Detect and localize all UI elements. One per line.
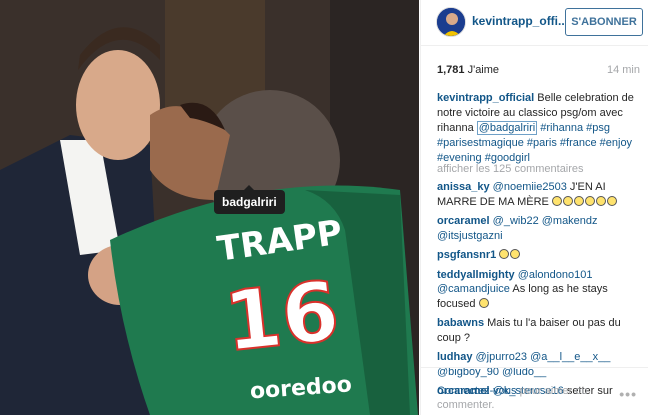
login-link[interactable]: Connectez-vous <box>437 385 517 397</box>
ellipsis-icon[interactable]: ••• <box>619 386 637 402</box>
comment-username[interactable]: teddyallmighty <box>437 269 515 281</box>
laughing-emoji-icon <box>584 195 595 206</box>
post-header: kevintrapp_offi... S'ABONNER <box>421 0 648 46</box>
comment-item: teddyallmighty @alondono101 @camandjuice… <box>437 268 643 312</box>
laughing-emoji-icon <box>562 195 573 206</box>
svg-text:16: 16 <box>220 264 343 370</box>
heart-eyes-emoji-icon <box>510 249 521 259</box>
laughing-emoji-icon <box>573 195 584 206</box>
comment-item: orcaramel @_wib22 @makendz @itsjustgazni <box>437 214 643 243</box>
comment-item: anissa_ky @noemiie2503 J'EN AI MARRE DE … <box>437 180 643 209</box>
comment-username[interactable]: babawns <box>437 317 484 329</box>
heart-eyes-emoji-icon <box>499 249 510 259</box>
comment-username[interactable]: anissa_ky <box>437 181 490 193</box>
comment-username[interactable]: psgfansnr1 <box>437 249 496 261</box>
post-time[interactable]: 14 min <box>607 64 640 76</box>
follow-button[interactable]: S'ABONNER <box>565 8 643 36</box>
post-photo[interactable]: TRAPP 16 ooredoo badgalriri <box>0 0 419 415</box>
laughing-emoji-icon <box>595 195 606 206</box>
comment-item: babawns Mais tu l'a baiser ou pas du cou… <box>437 316 643 345</box>
laughing-emoji-icon <box>606 195 617 206</box>
comment-mention[interactable]: @noemiie2503 <box>493 181 567 193</box>
photo-user-tag[interactable]: badgalriri <box>214 185 285 214</box>
smile-emoji-icon <box>478 297 489 308</box>
like-count[interactable]: 1,781 J'aime <box>437 64 499 76</box>
laughing-emoji-icon <box>551 195 562 206</box>
post-caption: kevintrapp_official Belle celebration de… <box>437 91 645 166</box>
header-username[interactable]: kevintrapp_offi... <box>472 14 568 28</box>
likes-label: J'aime <box>467 64 500 76</box>
likes-number: 1,781 <box>437 64 465 76</box>
show-more-comments-link[interactable]: afficher les 125 commentaires <box>437 163 584 175</box>
post-sidebar: kevintrapp_offi... S'ABONNER 1,781 J'aim… <box>420 0 648 415</box>
caption-mention[interactable]: @badgalriri <box>476 121 538 135</box>
avatar[interactable] <box>436 7 466 37</box>
caption-username[interactable]: kevintrapp_official <box>437 92 534 104</box>
comment-item: psgfansnr1 <box>437 248 643 263</box>
login-prompt: Connectez-vous pour aimer ou commenter. <box>437 384 597 412</box>
comment-username[interactable]: ludhay <box>437 351 472 363</box>
post-footer: Connectez-vous pour aimer ou commenter. … <box>421 367 648 415</box>
comment-username[interactable]: orcaramel <box>437 215 490 227</box>
avatar-image <box>437 8 465 36</box>
photo-image: TRAPP 16 ooredoo <box>0 0 419 415</box>
